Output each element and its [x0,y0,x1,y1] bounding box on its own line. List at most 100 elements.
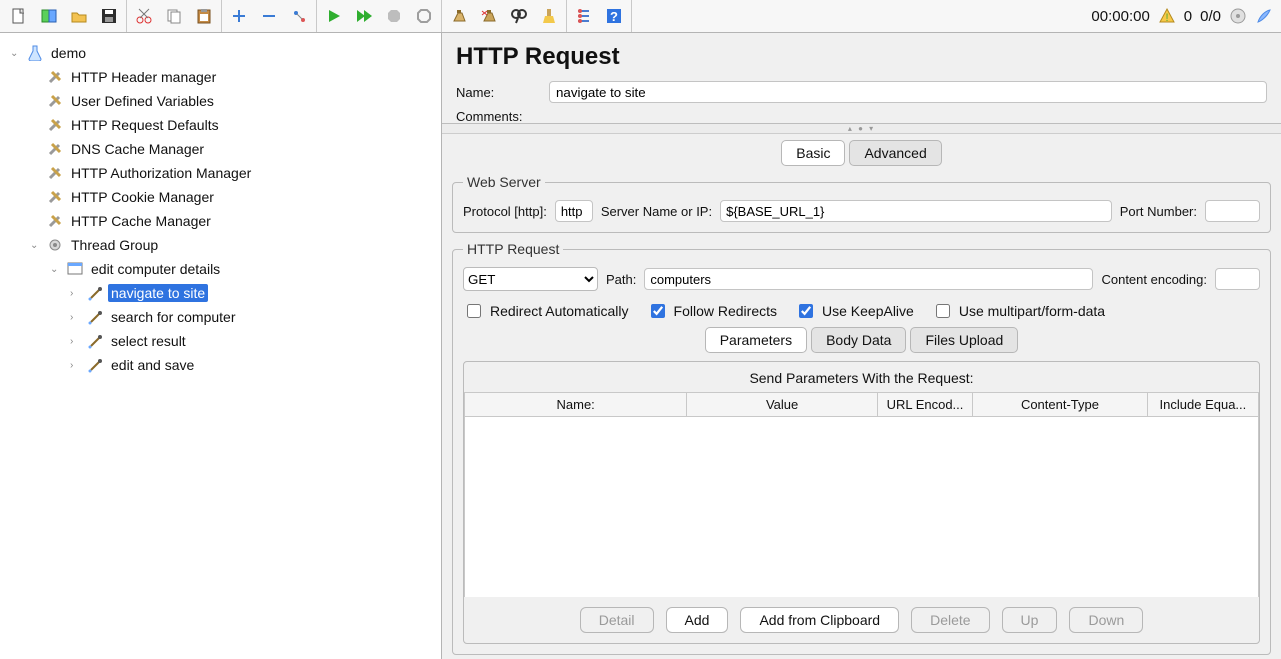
clear-icon[interactable] [446,3,472,29]
tree-thread-group[interactable]: ⌄ Thread Group [26,233,441,257]
chevron-down-icon: ⌄ [50,264,62,275]
add-from-clipboard-button[interactable]: Add from Clipboard [740,607,899,633]
parameters-table: Send Parameters With the Request: Name: … [463,361,1260,644]
parameters-rows-empty[interactable] [464,417,1259,597]
start-icon[interactable] [321,3,347,29]
chevron-down-icon: ⌄ [10,48,22,59]
wrench-icon [46,68,64,86]
paste-icon[interactable] [191,3,217,29]
stop-icon[interactable] [381,3,407,29]
chk-follow-redirects[interactable]: Follow Redirects [647,301,777,321]
tree-config-item[interactable]: HTTP Request Defaults [26,113,441,137]
http-request-group: HTTP Request GET Path: Content encoding:… [452,241,1271,655]
tree-controller[interactable]: ⌄ edit computer details [46,257,441,281]
feather-icon [1255,7,1273,25]
col-name[interactable]: Name: [465,393,687,417]
detail-button[interactable]: Detail [580,607,654,633]
wrench-icon [46,116,64,134]
name-field[interactable] [549,81,1267,103]
pipette-icon [86,332,104,350]
tree-config-item[interactable]: User Defined Variables [26,89,441,113]
help-icon[interactable]: ? [601,3,627,29]
status-area: 00:00:00 ! 0 0/0 [1085,7,1279,25]
shutdown-icon[interactable] [411,3,437,29]
collapse-grip[interactable]: ▴ ● ▾ [442,124,1281,134]
col-url-encode[interactable]: URL Encod... [877,393,972,417]
start-no-timers-icon[interactable] [351,3,377,29]
protocol-field[interactable] [555,200,593,222]
add-button[interactable]: Add [666,607,729,633]
tab-basic[interactable]: Basic [781,140,845,166]
open-icon[interactable] [66,3,92,29]
tab-advanced[interactable]: Advanced [849,140,941,166]
toolbar: ? 00:00:00 ! 0 0/0 [0,0,1281,33]
up-button[interactable]: Up [1002,607,1058,633]
chk-multipart[interactable]: Use multipart/form-data [932,301,1105,321]
path-field[interactable] [644,268,1093,290]
port-label: Port Number: [1120,204,1197,219]
save-icon[interactable] [96,3,122,29]
collapse-icon[interactable] [256,3,282,29]
tree-config-item[interactable]: HTTP Header manager [26,65,441,89]
templates-icon[interactable] [36,3,62,29]
pipette-icon [86,308,104,326]
running-icon [1229,7,1247,25]
toggle-icon[interactable] [286,3,312,29]
method-select[interactable]: GET [463,267,598,291]
wrench-icon [46,164,64,182]
delete-button[interactable]: Delete [911,607,989,633]
encoding-field[interactable] [1215,268,1260,290]
server-field[interactable] [720,200,1112,222]
wrench-icon [46,212,64,230]
server-label: Server Name or IP: [601,204,712,219]
port-field[interactable] [1205,200,1260,222]
http-request-legend: HTTP Request [463,241,563,257]
path-label: Path: [606,272,636,287]
warning-icon: ! [1158,7,1176,25]
web-server-group: Web Server Protocol [http]: Server Name … [452,174,1271,233]
web-server-legend: Web Server [463,174,545,190]
col-include-equals[interactable]: Include Equa... [1147,393,1258,417]
tree-config-item[interactable]: DNS Cache Manager [26,137,441,161]
flask-icon [26,44,44,62]
col-content-type[interactable]: Content-Type [973,393,1148,417]
expand-icon[interactable] [226,3,252,29]
body-tabs: Parameters Body Data Files Upload [463,327,1260,353]
tree-sampler[interactable]: ›edit and save [66,353,441,377]
reset-search-icon[interactable] [536,3,562,29]
chk-redirect-auto[interactable]: Redirect Automatically [463,301,629,321]
tree-config-item[interactable]: HTTP Cookie Manager [26,185,441,209]
chevron-right-icon: › [70,288,82,299]
tree-sampler[interactable]: ›search for computer [66,305,441,329]
elapsed-time: 00:00:00 [1091,8,1149,25]
svg-text:!: ! [1165,12,1168,24]
wrench-icon [46,188,64,206]
search-icon[interactable] [506,3,532,29]
tab-body-data[interactable]: Body Data [811,327,906,353]
new-icon[interactable] [6,3,32,29]
col-value[interactable]: Value [687,393,878,417]
tree-sampler[interactable]: ›navigate to site [66,281,441,305]
function-helper-icon[interactable] [571,3,597,29]
name-label: Name: [456,85,541,100]
chk-keepalive[interactable]: Use KeepAlive [795,301,914,321]
tree-sampler[interactable]: ›select result [66,329,441,353]
tree-test-plan[interactable]: ⌄ demo [6,41,441,65]
warning-count: 0 [1184,8,1192,25]
editor-panel: HTTP Request Name: Comments: ▴ ● ▾ Basic… [442,33,1281,659]
cut-icon[interactable] [131,3,157,29]
tree-sidebar[interactable]: ⌄ demo HTTP Header managerUser Defined V… [0,33,442,659]
tab-files-upload[interactable]: Files Upload [910,327,1018,353]
clear-all-icon[interactable] [476,3,502,29]
protocol-label: Protocol [http]: [463,204,547,219]
tab-parameters[interactable]: Parameters [705,327,807,353]
chevron-down-icon: ⌄ [30,240,42,251]
copy-icon[interactable] [161,3,187,29]
config-tabs: Basic Advanced [452,140,1271,166]
page-title: HTTP Request [456,43,1267,71]
down-button[interactable]: Down [1069,607,1143,633]
wrench-icon [46,92,64,110]
comments-label: Comments: [456,109,541,123]
tree-config-item[interactable]: HTTP Authorization Manager [26,161,441,185]
tree-config-item[interactable]: HTTP Cache Manager [26,209,441,233]
